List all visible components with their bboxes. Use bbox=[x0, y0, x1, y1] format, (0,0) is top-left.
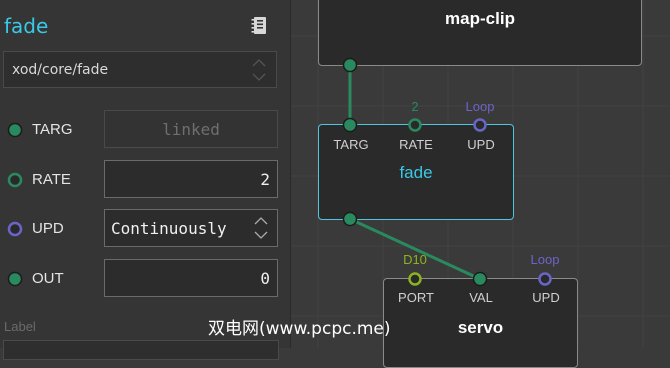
node-map-clip-output-pin[interactable] bbox=[342, 57, 358, 73]
doc-icon[interactable] bbox=[251, 16, 268, 35]
inspector-panel: fade xod/core/fade TARG linked RATE 2 UP… bbox=[0, 0, 291, 360]
pin-row-targ: TARG linked bbox=[0, 110, 290, 150]
link-fade-to-servo[interactable] bbox=[349, 217, 481, 281]
label-input[interactable] bbox=[3, 340, 279, 360]
pin-upd-label: UPD bbox=[32, 220, 64, 237]
stepper-icon[interactable] bbox=[252, 57, 266, 83]
node-type-path-text: xod/core/fade bbox=[12, 62, 109, 78]
pin-rate-value: 2 bbox=[260, 170, 270, 189]
node-fade-targ-pin[interactable] bbox=[342, 117, 358, 133]
pin-upd-select[interactable]: Continuously bbox=[104, 209, 278, 247]
node-fade-rate-pin[interactable] bbox=[408, 118, 422, 132]
label-caption: Label bbox=[4, 319, 36, 334]
pin-targ-linked-text: linked bbox=[162, 120, 220, 139]
pin-out-value: 0 bbox=[260, 269, 270, 288]
pin-upd-selected-value: Continuously bbox=[111, 219, 227, 238]
pin-rate-input[interactable]: 2 bbox=[104, 160, 278, 198]
pin-out-label: OUT bbox=[32, 270, 64, 287]
node-servo-upd-pin[interactable] bbox=[538, 272, 552, 286]
node-type-path-field[interactable]: xod/core/fade bbox=[3, 51, 277, 88]
pin-upd-dot[interactable] bbox=[7, 221, 23, 237]
node-servo-port-pin[interactable] bbox=[408, 272, 422, 286]
links-layer bbox=[342, 57, 552, 287]
pin-targ-label: TARG bbox=[32, 121, 73, 138]
pin-out-dot[interactable] bbox=[7, 271, 23, 287]
pin-row-out: OUT 0 bbox=[0, 259, 290, 299]
watermark-text: 双电网(www.pcpc.me) bbox=[208, 319, 391, 339]
node-fade-upd-pin[interactable] bbox=[473, 118, 487, 132]
inspector-title: fade bbox=[4, 14, 49, 38]
pin-row-rate: RATE 2 bbox=[0, 160, 290, 200]
pin-targ-linked-field: linked bbox=[104, 110, 278, 148]
patch-canvas[interactable]: map-clip TARG RATE UPD fade 2 Loop PORT … bbox=[291, 0, 670, 368]
pin-out-input[interactable]: 0 bbox=[104, 259, 278, 297]
pin-targ-dot[interactable] bbox=[7, 122, 23, 138]
node-fade-out-pin[interactable] bbox=[342, 211, 358, 227]
pin-rate-label: RATE bbox=[32, 171, 71, 188]
select-arrows-icon[interactable] bbox=[254, 215, 268, 241]
node-servo-val-pin[interactable] bbox=[472, 271, 488, 287]
pin-row-upd: UPD Continuously bbox=[0, 209, 290, 249]
pin-rate-dot[interactable] bbox=[7, 172, 23, 188]
